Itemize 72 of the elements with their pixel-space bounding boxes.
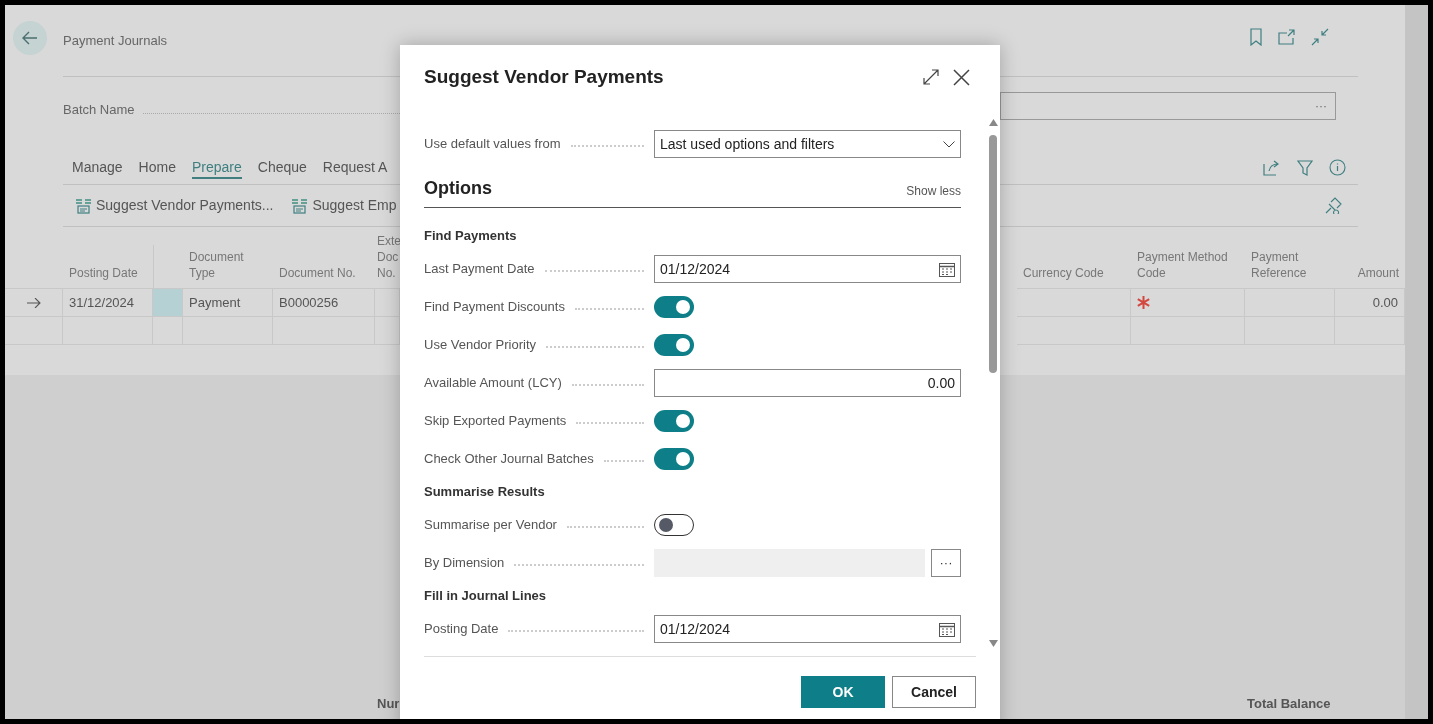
action-button[interactable]: Suggest Emp [291,195,397,216]
grid-cell[interactable] [153,289,183,316]
scrollbar-thumb[interactable] [989,135,997,373]
filter-icon[interactable] [1297,159,1313,176]
field-label: Use Vendor Priority [424,336,536,355]
close-icon[interactable] [953,68,970,86]
open-new-window-icon[interactable] [1277,28,1297,46]
column-header[interactable]: Exte Doc No. [377,233,400,281]
lookup-button[interactable]: ··· [931,549,961,577]
field-label: Find Payment Discounts [424,298,565,317]
suggest-lines-icon [291,197,309,214]
column-header[interactable]: Amount [1357,265,1399,281]
toggle-switch[interactable] [654,514,694,536]
amount-field[interactable]: 0.00 [654,369,961,397]
field-label: Use default values from [424,135,561,154]
menu-tab[interactable]: Cheque [257,157,307,179]
dialog-title: Suggest Vendor Payments [424,64,665,89]
toggle-switch[interactable] [654,410,694,432]
toggle-switch[interactable] [654,334,694,356]
group-heading: Find Payments [424,227,518,246]
section-title: Options [424,177,492,200]
menu-tab[interactable]: Prepare [191,157,242,179]
menu-tab[interactable]: Home [138,157,176,179]
date-field[interactable]: 01/12/2024 [654,615,961,643]
calendar-icon[interactable] [939,621,955,637]
chevron-down-icon [943,140,955,148]
action-button[interactable]: Suggest Vendor Payments... [75,195,274,216]
date-field[interactable]: 01/12/2024 [654,255,961,283]
batch-name-field[interactable]: ··· [1000,92,1336,120]
table-cell-text: Payment [189,293,241,312]
field-label: Batch Name [63,101,135,120]
group-heading: Fill in Journal Lines [424,587,548,606]
field-label: Last Payment Date [424,260,535,279]
dropdown-field[interactable]: Last used options and filters [654,130,961,158]
field-label: Check Other Journal Batches [424,450,594,469]
total-balance-label: Total Balance [1247,695,1331,713]
cancel-button[interactable]: Cancel [892,676,976,708]
table-cell-text: 0.00 [1372,293,1398,312]
column-label: Nur [377,695,400,713]
ok-button[interactable]: OK [801,676,885,708]
suggest-lines-icon [75,197,92,214]
field-label: By Dimension [424,554,505,573]
menu-tab[interactable]: Manage [72,157,123,179]
scroll-down-icon[interactable] [989,640,998,647]
back-arrow-icon [22,31,38,45]
field-label: Skip Exported Payments [424,412,567,431]
collapse-icon[interactable] [1311,28,1329,46]
column-header[interactable]: Document Type [189,249,267,281]
column-header[interactable]: Currency Code [1023,265,1104,281]
show-less-link[interactable]: Show less [906,182,961,202]
back-button[interactable] [13,21,47,55]
group-heading: Summarise Results [424,483,546,502]
page-title: Payment Journals [63,32,168,50]
toggle-switch[interactable] [654,448,694,470]
field-label: Available Amount (LCY) [424,374,562,393]
bookmark-icon[interactable] [1249,28,1263,46]
info-icon[interactable] [1329,159,1346,176]
column-header[interactable]: Posting Date [69,265,138,281]
toggle-switch[interactable] [654,296,694,318]
share-icon[interactable] [1263,159,1281,176]
table-cell-text: 31/12/2024 [69,293,135,312]
field-label: Posting Date [424,620,499,639]
field-label: Summarise per Vendor [424,516,557,535]
column-header[interactable]: Payment Reference [1251,249,1329,281]
menu-tab[interactable]: Request A [322,157,388,179]
column-header[interactable]: Document No. [279,265,356,281]
calendar-icon[interactable] [939,261,955,277]
scroll-up-icon[interactable] [989,119,998,126]
column-header[interactable]: Payment Method Code [1137,249,1239,281]
expand-icon[interactable] [923,69,939,85]
pin-icon[interactable] [1325,197,1342,214]
table-cell-text: B0000256 [279,293,339,312]
